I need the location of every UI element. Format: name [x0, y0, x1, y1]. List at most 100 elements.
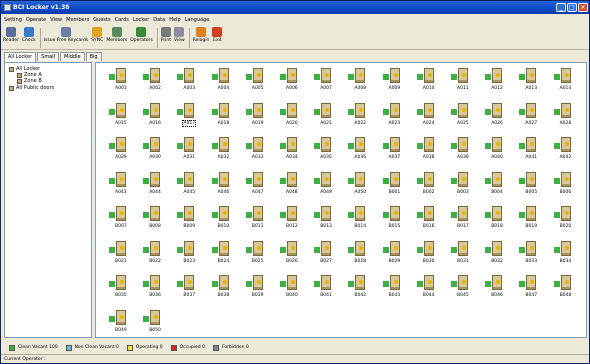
locker-b043[interactable]: B043	[380, 274, 408, 304]
locker-a035[interactable]: A035	[311, 136, 339, 166]
locker-b040[interactable]: B040	[277, 274, 305, 304]
locker-a023[interactable]: A023	[380, 102, 408, 132]
locker-b017[interactable]: B017	[448, 205, 476, 235]
locker-b005[interactable]: B005	[516, 171, 544, 201]
locker-a048[interactable]: A048	[277, 171, 305, 201]
locker-a049[interactable]: A049	[311, 171, 339, 201]
locker-b041[interactable]: B041	[311, 274, 339, 304]
toolbar-reader-button[interactable]: Reader	[3, 26, 19, 49]
locker-a015[interactable]: A015	[106, 102, 134, 132]
menu-locker[interactable]: Locker	[133, 15, 149, 25]
toolbar-exit-button[interactable]: Exit	[212, 26, 223, 49]
locker-a007[interactable]: A007	[311, 67, 339, 97]
locker-b029[interactable]: B029	[380, 240, 408, 270]
menu-language[interactable]: Language	[185, 15, 210, 25]
locker-a032[interactable]: A032	[209, 136, 237, 166]
locker-b038[interactable]: B038	[209, 274, 237, 304]
locker-a025[interactable]: A025	[448, 102, 476, 132]
toolbar-sync-button[interactable]: SYNC	[91, 26, 103, 49]
locker-a019[interactable]: A019	[243, 102, 271, 132]
maximize-button[interactable]: □	[567, 3, 577, 12]
locker-b007[interactable]: B007	[106, 205, 134, 235]
menu-guests[interactable]: Guests	[93, 15, 110, 25]
locker-a045[interactable]: A045	[174, 171, 202, 201]
locker-b009[interactable]: B009	[174, 205, 202, 235]
locker-a046[interactable]: A046	[209, 171, 237, 201]
locker-a018[interactable]: A018	[209, 102, 237, 132]
toolbar-operators-button[interactable]: Operators	[130, 26, 153, 49]
toolbar-view-button[interactable]: View	[174, 26, 185, 49]
tree-item-all-public-doors[interactable]: All Public doors	[9, 85, 54, 91]
tree-item-zone-b[interactable]: Zone B	[17, 78, 42, 84]
locker-a031[interactable]: A031	[174, 136, 202, 166]
locker-b014[interactable]: B014	[345, 205, 373, 235]
locker-b018[interactable]: B018	[482, 205, 510, 235]
locker-a001[interactable]: A001	[106, 67, 134, 97]
locker-a021[interactable]: A021	[311, 102, 339, 132]
menu-data[interactable]: Data	[153, 15, 165, 25]
locker-a013[interactable]: A013	[516, 67, 544, 97]
locker-a034[interactable]: A034	[277, 136, 305, 166]
locker-a010[interactable]: A010	[414, 67, 442, 97]
locker-b035[interactable]: B035	[106, 274, 134, 304]
locker-b048[interactable]: B048	[551, 274, 579, 304]
locker-b022[interactable]: B022	[140, 240, 168, 270]
minimize-button[interactable]: _	[556, 3, 566, 12]
locker-a012[interactable]: A012	[482, 67, 510, 97]
locker-a029[interactable]: A029	[106, 136, 134, 166]
locker-a017[interactable]: A017	[174, 102, 202, 132]
toolbar-members-button[interactable]: Members	[106, 26, 127, 49]
locker-b027[interactable]: B027	[311, 240, 339, 270]
locker-a042[interactable]: A042	[551, 136, 579, 166]
locker-b011[interactable]: B011	[243, 205, 271, 235]
locker-a050[interactable]: A050	[345, 171, 373, 201]
tab-all-locker[interactable]: All Locker	[4, 52, 37, 62]
locker-b044[interactable]: B044	[414, 274, 442, 304]
locker-a033[interactable]: A033	[243, 136, 271, 166]
locker-b008[interactable]: B008	[140, 205, 168, 235]
locker-b034[interactable]: B034	[551, 240, 579, 270]
locker-a027[interactable]: A027	[516, 102, 544, 132]
locker-b002[interactable]: B002	[414, 171, 442, 201]
locker-a008[interactable]: A008	[345, 67, 373, 97]
toolbar-relogin-button[interactable]: Relogin	[193, 26, 209, 49]
tab-middle[interactable]: Middle	[60, 52, 85, 61]
menu-view[interactable]: View	[50, 15, 62, 25]
locker-a044[interactable]: A044	[140, 171, 168, 201]
locker-b026[interactable]: B026	[277, 240, 305, 270]
locker-b013[interactable]: B013	[311, 205, 339, 235]
locker-b039[interactable]: B039	[243, 274, 271, 304]
toolbar-print-button[interactable]: Print	[161, 26, 171, 49]
locker-a040[interactable]: A040	[482, 136, 510, 166]
locker-b042[interactable]: B042	[345, 274, 373, 304]
locker-a014[interactable]: A014	[551, 67, 579, 97]
locker-b045[interactable]: B045	[448, 274, 476, 304]
locker-a039[interactable]: A039	[448, 136, 476, 166]
locker-a038[interactable]: A038	[414, 136, 442, 166]
locker-b049[interactable]: B049	[106, 309, 134, 338]
locker-b023[interactable]: B023	[174, 240, 202, 270]
locker-b010[interactable]: B010	[209, 205, 237, 235]
toolbar-check-button[interactable]: Check	[22, 26, 36, 49]
menu-setting[interactable]: Setting	[4, 15, 22, 25]
locker-a026[interactable]: A026	[482, 102, 510, 132]
toolbar-issue-free-keycards-button[interactable]: Issue Free Keycards	[44, 26, 88, 49]
locker-b046[interactable]: B046	[482, 274, 510, 304]
locker-b016[interactable]: B016	[414, 205, 442, 235]
close-button[interactable]: ×	[578, 3, 588, 12]
locker-a024[interactable]: A024	[414, 102, 442, 132]
menu-help[interactable]: Help	[169, 15, 180, 25]
locker-b021[interactable]: B021	[106, 240, 134, 270]
locker-a037[interactable]: A037	[380, 136, 408, 166]
locker-b015[interactable]: B015	[380, 205, 408, 235]
locker-b032[interactable]: B032	[482, 240, 510, 270]
locker-b019[interactable]: B019	[516, 205, 544, 235]
tab-small[interactable]: Small	[37, 52, 60, 61]
locker-a020[interactable]: A020	[277, 102, 305, 132]
locker-a006[interactable]: A006	[277, 67, 305, 97]
locker-a043[interactable]: A043	[106, 171, 134, 201]
locker-b006[interactable]: B006	[551, 171, 579, 201]
locker-b037[interactable]: B037	[174, 274, 202, 304]
locker-b047[interactable]: B047	[516, 274, 544, 304]
menu-members[interactable]: Members	[66, 15, 89, 25]
